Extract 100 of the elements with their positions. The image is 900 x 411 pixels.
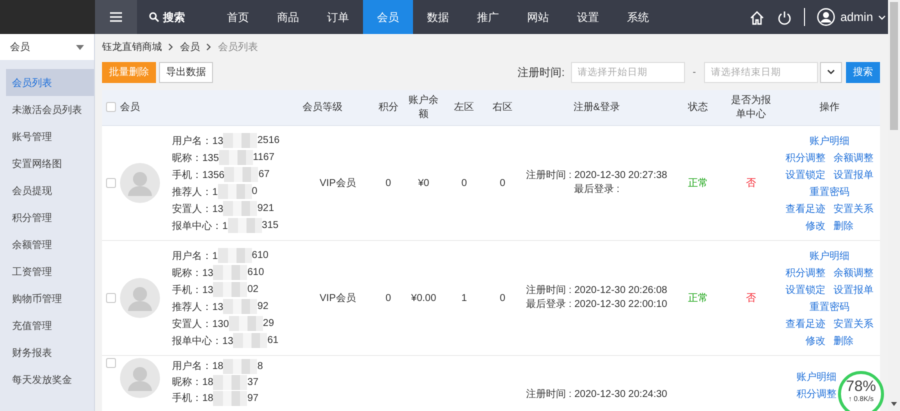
sidebar-item[interactable]: 会员提现 (6, 177, 94, 204)
breadcrumb-link[interactable]: 钰龙直销商城 (102, 40, 162, 54)
sidebar-item[interactable]: 财务报表 (6, 339, 94, 366)
nav-tab[interactable]: 商品 (263, 0, 313, 34)
nav-tab[interactable]: 会员 (363, 0, 413, 34)
sidebar-item[interactable]: 余额管理 (6, 231, 94, 258)
nav-tab[interactable]: 数据 (413, 0, 463, 34)
redaction-block (213, 282, 248, 297)
member-detail: 安置人：13 (172, 202, 224, 216)
action-link[interactable]: 积分调整 (785, 150, 826, 164)
member-detail: 97 (247, 392, 258, 404)
avatar-icon (120, 163, 160, 203)
sidebar-item[interactable]: 账号管理 (6, 123, 94, 150)
end-date-field[interactable]: 请选择结束日期 (704, 62, 818, 82)
action-link[interactable]: 修改 (805, 218, 826, 232)
sidebar-item[interactable]: 每天发放奖金 (6, 366, 94, 393)
action-link[interactable]: 安置关系 (833, 316, 874, 330)
breadcrumb-link[interactable]: 会员 (180, 40, 200, 54)
action-link[interactable]: 删除 (833, 334, 854, 348)
action-link[interactable]: 设置报单 (833, 282, 874, 296)
member-detail: 手机：13 (172, 284, 214, 296)
action-link[interactable]: 账户明细 (809, 134, 850, 148)
menu-button[interactable] (95, 0, 137, 34)
action-link[interactable]: 查看足迹 (785, 316, 826, 330)
percent-text: 78% (846, 379, 876, 395)
row-checkbox[interactable] (106, 292, 116, 303)
sidebar-item[interactable]: 未激活会员列表 (6, 96, 94, 123)
search-button[interactable]: 搜索 (846, 62, 880, 82)
table-cell-text: 最后登录 : (572, 183, 620, 197)
table-cell: ¥0.00 (411, 292, 436, 304)
member-detail: 昵称：135 (172, 152, 219, 164)
avatar-icon (817, 8, 836, 26)
user-menu[interactable]: admin (817, 8, 886, 26)
redaction-block (233, 333, 268, 348)
search-button[interactable]: 搜索 (149, 0, 185, 34)
sidebar-item[interactable]: 积分管理 (6, 204, 94, 231)
row-checkbox[interactable] (106, 178, 116, 188)
row-checkbox[interactable] (106, 358, 116, 368)
nav-tab[interactable]: 首页 (213, 0, 263, 34)
member-detail: 用户名：13 (172, 134, 224, 148)
status-text: 正常 (688, 178, 708, 189)
column-header: 账户余额 (408, 94, 439, 122)
column-header: 注册&登录 (573, 102, 620, 112)
action-link[interactable]: 设置锁定 (785, 282, 826, 296)
action-link[interactable]: 积分调整 (785, 266, 826, 280)
action-link[interactable]: 设置报单 (833, 168, 874, 182)
action-link[interactable]: 账户明细 (809, 248, 850, 262)
sidebar-item[interactable]: 购物币管理 (6, 285, 94, 312)
avatar-icon (120, 358, 160, 398)
table-cell: 0 (500, 292, 506, 304)
power-icon[interactable] (777, 10, 792, 24)
action-link[interactable]: 余额调整 (833, 150, 874, 164)
action-link[interactable]: 积分调整 (796, 387, 836, 401)
table-cell: 0 (500, 178, 506, 188)
member-detail: 推荐人：1 (172, 186, 218, 198)
member-detail: 昵称：13 (172, 266, 214, 280)
nav-tab[interactable]: 系统 (613, 0, 663, 34)
nav-tab[interactable]: 订单 (313, 0, 363, 34)
column-header: 会员等级 (302, 102, 342, 112)
action-link[interactable]: 账户明细 (796, 370, 836, 384)
member-detail: 67 (258, 169, 270, 180)
redaction-block (224, 167, 258, 182)
export-button[interactable]: 导出数据 (159, 62, 213, 82)
redaction-block (223, 133, 258, 148)
redaction-block (223, 299, 258, 314)
chevron-right-icon (168, 43, 174, 51)
sidebar-item[interactable]: 会员列表 (6, 69, 94, 96)
redaction-block (223, 201, 258, 216)
table-cell: ¥0 (418, 178, 430, 188)
member-detail: 手机：1356 (172, 168, 224, 182)
member-detail: 02 (247, 284, 258, 295)
member-detail: 安置人：130 (172, 318, 229, 330)
column-header: 操作 (819, 102, 840, 112)
action-link[interactable]: 修改 (805, 334, 826, 348)
member-detail: 报单中心：13 (172, 334, 234, 348)
sidebar-item[interactable]: 安置网络图 (6, 150, 94, 177)
nav-tab[interactable]: 网站 (513, 0, 563, 34)
sidebar-item[interactable]: 工资管理 (6, 258, 94, 285)
action-link[interactable]: 重置密码 (809, 300, 850, 314)
select-all-checkbox[interactable] (106, 102, 116, 112)
dropdown-button[interactable] (820, 62, 842, 82)
nav-tab[interactable]: 设置 (563, 0, 613, 34)
action-link[interactable]: 重置密码 (809, 184, 850, 198)
nav-tab[interactable]: 推广 (463, 0, 513, 34)
action-link[interactable]: 删除 (833, 218, 854, 232)
home-icon[interactable] (749, 10, 766, 24)
member-detail: 37 (247, 376, 258, 388)
column-header: 积分 (378, 102, 398, 112)
action-link[interactable]: 余额调整 (833, 266, 874, 280)
breadcrumb-current: 会员列表 (218, 40, 258, 54)
sidebar-item[interactable]: 充值管理 (6, 312, 94, 339)
table-cell: VIP会员 (320, 293, 356, 304)
action-link[interactable]: 设置锁定 (785, 168, 826, 182)
action-link[interactable]: 安置关系 (833, 202, 874, 216)
member-detail: 61 (267, 335, 278, 346)
section-dropdown[interactable]: 会员 (0, 34, 94, 60)
action-link[interactable]: 查看足迹 (785, 202, 826, 216)
search-icon (149, 12, 159, 22)
redaction-block (218, 184, 252, 199)
start-date-field[interactable]: 请选择开始日期 (570, 62, 685, 82)
